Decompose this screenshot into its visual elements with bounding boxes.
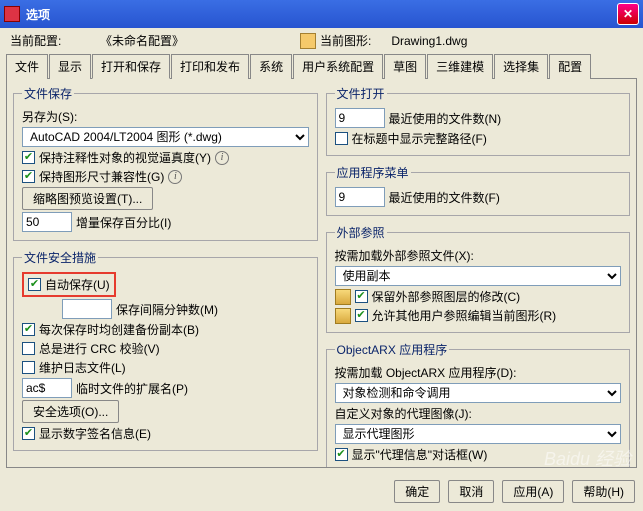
ok-button[interactable]: 确定 bbox=[394, 480, 440, 503]
legend-arx: ObjectARX 应用程序 bbox=[335, 341, 450, 358]
chk-log[interactable] bbox=[22, 361, 35, 374]
apply-button[interactable]: 应用(A) bbox=[502, 480, 564, 503]
legend-app-menu: 应用程序菜单 bbox=[335, 164, 411, 181]
app-icon bbox=[4, 6, 20, 22]
config-row: 当前配置: 《未命名配置》 当前图形: Drawing1.dwg bbox=[0, 28, 643, 51]
current-config-value: 《未命名配置》 bbox=[100, 32, 300, 49]
xref-icon bbox=[335, 308, 351, 324]
lbl-annot: 保持注释性对象的视觉逼真度(Y) bbox=[39, 149, 211, 166]
legend-xref: 外部参照 bbox=[335, 224, 387, 241]
lbl-allowedit: 允许其他用户参照编辑当前图形(R) bbox=[372, 307, 557, 324]
tab-draft[interactable]: 草图 bbox=[384, 54, 426, 79]
chk-annot[interactable] bbox=[22, 151, 35, 164]
legend-file-security: 文件安全措施 bbox=[22, 249, 98, 266]
chk-fullpath[interactable] bbox=[335, 132, 348, 145]
security-button[interactable]: 安全选项(O)... bbox=[22, 400, 119, 423]
lbl-backup: 每次保存时均创建备份副本(B) bbox=[39, 321, 199, 338]
current-config-label: 当前配置: bbox=[10, 32, 100, 49]
tab-system[interactable]: 系统 bbox=[250, 54, 292, 79]
current-drawing-value: Drawing1.dwg bbox=[391, 34, 467, 48]
tab-plot[interactable]: 打印和发布 bbox=[171, 54, 249, 79]
recent-label: 最近使用的文件数(N) bbox=[389, 110, 502, 127]
tab-userpref[interactable]: 用户系统配置 bbox=[293, 54, 383, 79]
interval-label: 保存间隔分钟数(M) bbox=[116, 301, 218, 318]
appmenu-recent-input[interactable] bbox=[335, 187, 385, 207]
lbl-size: 保持图形尺寸兼容性(G) bbox=[39, 168, 164, 185]
group-file-open: 文件打开 最近使用的文件数(N) 在标题中显示完整路径(F) bbox=[326, 85, 631, 156]
chk-allowedit[interactable] bbox=[355, 309, 368, 322]
inc-input[interactable] bbox=[22, 212, 72, 232]
saveas-select[interactable]: AutoCAD 2004/LT2004 图形 (*.dwg) bbox=[22, 127, 309, 147]
xref-icon bbox=[335, 289, 351, 305]
tab-open-save[interactable]: 打开和保存 bbox=[92, 54, 170, 79]
lbl-proxydlg: 显示"代理信息"对话框(W) bbox=[352, 446, 488, 463]
current-drawing-label: 当前图形: bbox=[320, 32, 371, 49]
xref-load-label: 按需加载外部参照文件(X): bbox=[335, 247, 474, 264]
titlebar: 选项 ✕ bbox=[0, 0, 643, 28]
chk-sig[interactable] bbox=[22, 427, 35, 440]
tab-panel: 文件保存 另存为(S): AutoCAD 2004/LT2004 图形 (*.d… bbox=[6, 78, 637, 468]
group-file-save: 文件保存 另存为(S): AutoCAD 2004/LT2004 图形 (*.d… bbox=[13, 85, 318, 241]
legend-file-save: 文件保存 bbox=[22, 85, 74, 102]
tab-file[interactable]: 文件 bbox=[6, 54, 48, 79]
lbl-fullpath: 在标题中显示完整路径(F) bbox=[352, 130, 487, 147]
arx-load-select[interactable]: 对象检测和命令调用 bbox=[335, 383, 622, 403]
chk-crc[interactable] bbox=[22, 342, 35, 355]
chk-backup[interactable] bbox=[22, 323, 35, 336]
autosave-highlight: 自动保存(U) bbox=[22, 272, 116, 297]
thumb-button[interactable]: 缩略图预览设置(T)... bbox=[22, 187, 153, 210]
saveas-label: 另存为(S): bbox=[22, 108, 77, 125]
inc-label: 增量保存百分比(I) bbox=[76, 214, 171, 231]
cancel-button[interactable]: 取消 bbox=[448, 480, 494, 503]
lbl-autosave: 自动保存(U) bbox=[45, 276, 110, 293]
tab-3d[interactable]: 三维建模 bbox=[427, 54, 493, 79]
chk-size[interactable] bbox=[22, 170, 35, 183]
info-icon[interactable]: i bbox=[215, 151, 229, 165]
footer: 确定 取消 应用(A) 帮助(H) bbox=[0, 474, 643, 511]
tab-select[interactable]: 选择集 bbox=[494, 54, 548, 79]
group-arx: ObjectARX 应用程序 按需加载 ObjectARX 应用程序(D): 对… bbox=[326, 341, 631, 468]
group-app-menu: 应用程序菜单 最近使用的文件数(F) bbox=[326, 164, 631, 216]
group-file-security: 文件安全措施 自动保存(U) 保存间隔分钟数(M) 每次保存时均创建备份副本(B… bbox=[13, 249, 318, 451]
tab-display[interactable]: 显示 bbox=[49, 54, 91, 79]
chk-proxydlg[interactable] bbox=[335, 448, 348, 461]
lbl-log: 维护日志文件(L) bbox=[39, 359, 126, 376]
arx-load-label: 按需加载 ObjectARX 应用程序(D): bbox=[335, 364, 517, 381]
proxy-select[interactable]: 显示代理图形 bbox=[335, 424, 622, 444]
tab-profile[interactable]: 配置 bbox=[549, 54, 591, 79]
lbl-keeplayer: 保留外部参照图层的修改(C) bbox=[372, 288, 521, 305]
info-icon[interactable]: i bbox=[168, 170, 182, 184]
appmenu-recent-label: 最近使用的文件数(F) bbox=[389, 189, 500, 206]
legend-file-open: 文件打开 bbox=[335, 85, 387, 102]
proxy-label: 自定义对象的代理图像(J): bbox=[335, 405, 472, 422]
chk-keeplayer[interactable] bbox=[355, 290, 368, 303]
tab-strip: 文件 显示 打开和保存 打印和发布 系统 用户系统配置 草图 三维建模 选择集 … bbox=[0, 51, 643, 78]
help-button[interactable]: 帮助(H) bbox=[572, 480, 635, 503]
close-button[interactable]: ✕ bbox=[617, 3, 639, 25]
group-xref: 外部参照 按需加载外部参照文件(X): 使用副本 保留外部参照图层的修改(C) … bbox=[326, 224, 631, 333]
window-title: 选项 bbox=[26, 6, 617, 23]
ext-label: 临时文件的扩展名(P) bbox=[76, 380, 188, 397]
recent-input[interactable] bbox=[335, 108, 385, 128]
lbl-crc: 总是进行 CRC 校验(V) bbox=[39, 340, 160, 357]
ext-input[interactable] bbox=[22, 378, 72, 398]
interval-input[interactable] bbox=[62, 299, 112, 319]
chk-autosave[interactable] bbox=[28, 278, 41, 291]
xref-load-select[interactable]: 使用副本 bbox=[335, 266, 622, 286]
lbl-sig: 显示数字签名信息(E) bbox=[39, 425, 151, 442]
dwg-icon bbox=[300, 33, 316, 49]
